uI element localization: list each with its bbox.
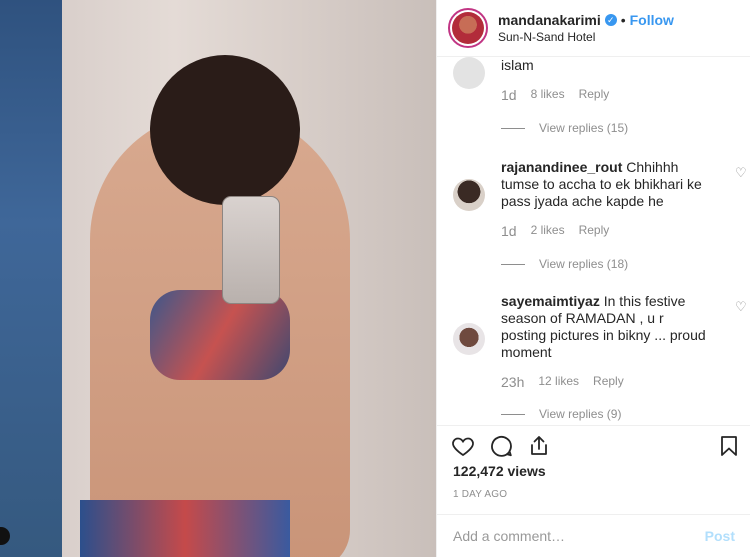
commenter-username[interactable]: sayemaimtiyaz (501, 293, 600, 309)
comment-time[interactable]: 1d (501, 223, 517, 239)
like-comment-heart-icon[interactable]: ♡ (735, 166, 747, 179)
comments-list[interactable]: islam 1d 8 likes Reply View replies (15)… (437, 57, 750, 425)
follow-button[interactable]: Follow (630, 12, 674, 28)
comment-likes[interactable]: 12 likes (538, 374, 579, 390)
add-comment-bar: Post (437, 514, 750, 557)
commenter-avatar[interactable] (453, 323, 485, 355)
author-username[interactable]: mandanakarimi (498, 12, 601, 28)
like-comment-heart-icon[interactable]: ♡ (735, 300, 747, 313)
comment-time[interactable]: 1d (501, 87, 517, 103)
view-replies-button[interactable]: View replies (9) (501, 407, 621, 421)
view-replies-button[interactable]: View replies (15) (501, 121, 628, 135)
post-header: mandanakarimi ✓ • Follow Sun-N-Sand Hote… (437, 0, 750, 57)
comment-likes[interactable]: 2 likes (531, 223, 565, 239)
view-count[interactable]: 122,472 views (453, 463, 546, 479)
author-avatar[interactable] (448, 8, 488, 48)
media-phone (222, 196, 280, 304)
post-comment-button[interactable]: Post (705, 528, 735, 544)
post-location[interactable]: Sun-N-Sand Hotel (498, 30, 674, 44)
separator-dot: • (620, 12, 626, 28)
comment-text: islam (501, 57, 534, 73)
comment-body: rajanandinee_rout Chhihhh tumse to accha… (501, 159, 711, 210)
heart-icon[interactable] (451, 434, 475, 458)
post-side-panel: mandanakarimi ✓ • Follow Sun-N-Sand Hote… (436, 0, 750, 557)
media-swimwear-bottom (80, 500, 290, 557)
reply-button[interactable]: Reply (579, 223, 610, 239)
comment-icon[interactable] (489, 434, 513, 458)
post-media[interactable] (0, 0, 436, 557)
add-comment-input[interactable] (453, 528, 705, 544)
commenter-avatar[interactable] (453, 57, 485, 89)
bookmark-icon[interactable] (717, 434, 741, 458)
share-icon[interactable] (527, 434, 551, 458)
verified-badge-icon: ✓ (604, 14, 617, 26)
comment-body: sayemaimtiyaz In this festive season of … (501, 293, 711, 361)
comment-time[interactable]: 23h (501, 374, 524, 390)
view-replies-button[interactable]: View replies (18) (501, 257, 628, 271)
post-date[interactable]: 1 DAY AGO (453, 489, 507, 500)
media-hair (150, 55, 300, 205)
commenter-username[interactable]: rajanandinee_rout (501, 159, 622, 175)
post-actions-bar (437, 425, 750, 465)
commenter-avatar[interactable] (453, 179, 485, 211)
reply-button[interactable]: Reply (593, 374, 624, 390)
comment-likes[interactable]: 8 likes (531, 87, 565, 103)
media-wall-tiles (0, 0, 62, 557)
reply-button[interactable]: Reply (579, 87, 610, 103)
